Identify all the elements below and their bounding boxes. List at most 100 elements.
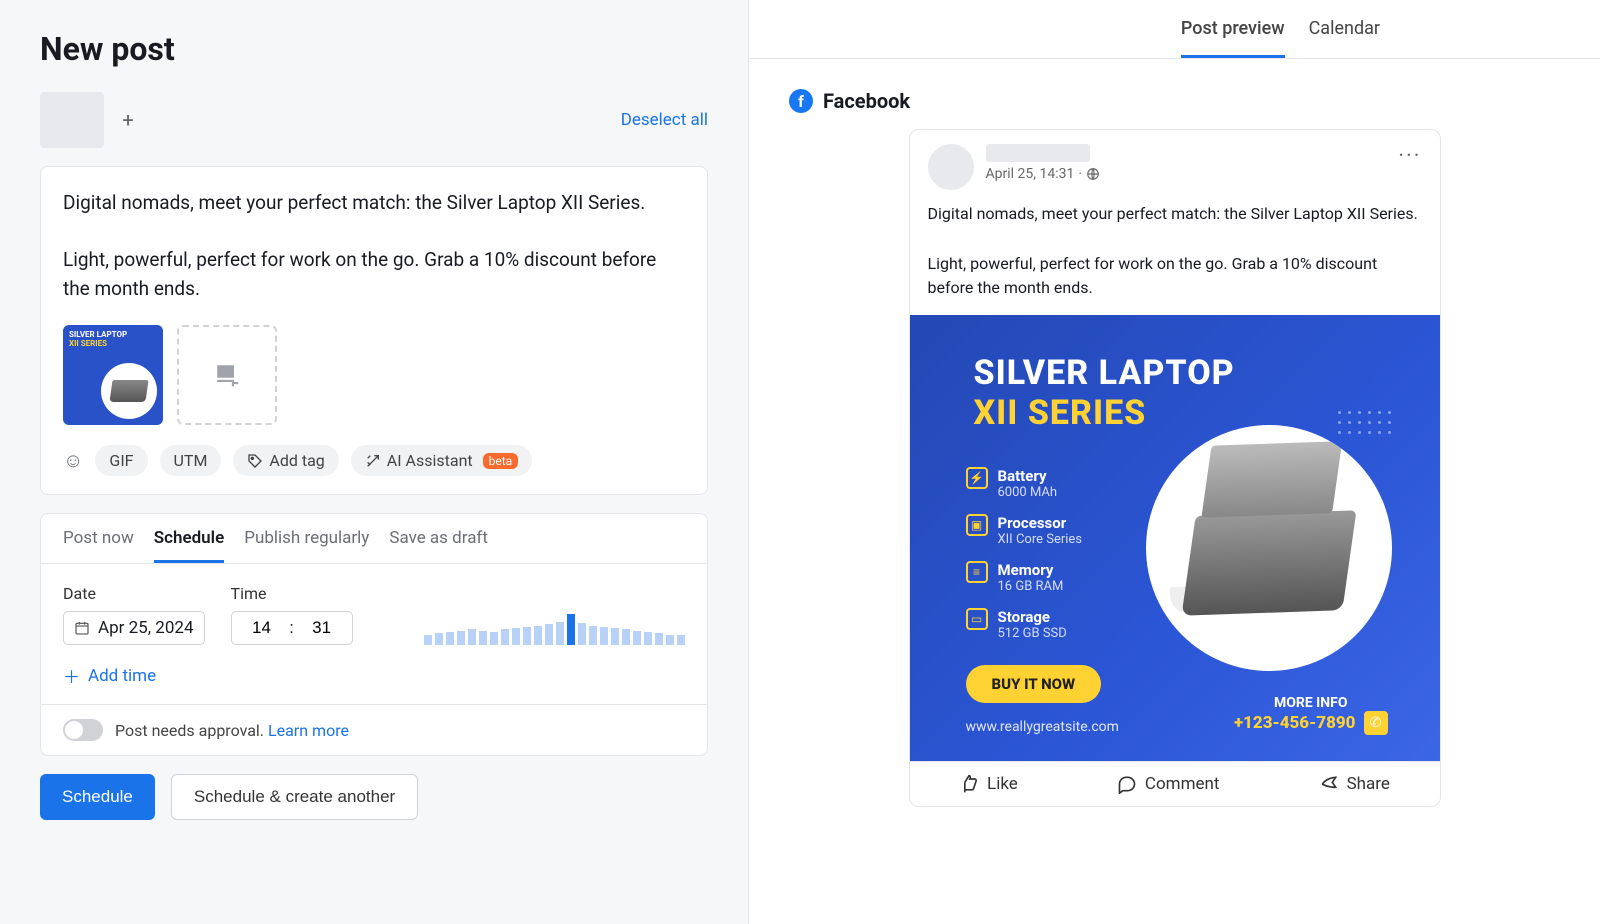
activity-bar	[677, 635, 685, 645]
add-tag-button[interactable]: Add tag	[233, 445, 338, 476]
comment-button[interactable]: Comment	[1117, 774, 1220, 794]
activity-bar	[633, 631, 641, 645]
ad-title: SILVER LAPTOP XII SERIES	[974, 353, 1235, 433]
add-time-button[interactable]: ＋ Add time	[63, 663, 156, 688]
activity-bar	[424, 635, 432, 645]
comment-icon	[1117, 774, 1137, 794]
magic-icon	[365, 453, 381, 469]
minute-input[interactable]	[302, 618, 342, 638]
composer-toolbar: ☺ GIF UTM Add tag AI Assistant beta	[63, 445, 685, 476]
activity-bar	[545, 624, 553, 645]
media-thumbnail[interactable]: SILVER LAPTOP XII SERIES	[63, 325, 163, 425]
spec-row: ≡ Memory16 GB RAM	[966, 561, 1083, 594]
hour-input[interactable]	[242, 618, 282, 638]
emoji-icon[interactable]: ☺	[63, 448, 83, 473]
account-avatar[interactable]	[40, 92, 104, 148]
add-media-button[interactable]	[177, 325, 277, 425]
post-timestamp: April 25, 14:31 ·	[986, 166, 1387, 182]
preview-tab-post-preview[interactable]: Post preview	[1181, 18, 1285, 58]
schedule-tab-schedule[interactable]: Schedule	[154, 528, 225, 563]
account-list: +	[40, 92, 140, 148]
globe-icon	[1086, 167, 1100, 181]
activity-bar	[611, 628, 619, 645]
more-info: MORE INFO +123-456-7890 ✆	[1234, 695, 1388, 735]
activity-bar	[435, 633, 443, 645]
like-button[interactable]: Like	[959, 774, 1018, 794]
spec-value: XII Core Series	[998, 532, 1083, 547]
thumb-title: SILVER LAPTOP XII SERIES	[69, 331, 127, 349]
activity-bar	[567, 614, 575, 645]
site-url: www.reallygreatsite.com	[966, 719, 1119, 735]
gif-button[interactable]: GIF	[95, 445, 147, 476]
schedule-tab-post-now[interactable]: Post now	[63, 528, 134, 563]
time-input[interactable]: :	[231, 611, 353, 645]
preview-tabs: Post preview Calendar	[749, 0, 1600, 59]
activity-bar	[512, 628, 520, 645]
media-row: SILVER LAPTOP XII SERIES	[63, 325, 685, 425]
post-text: Digital nomads, meet your perfect match:…	[910, 198, 1440, 315]
schedule-button[interactable]: Schedule	[40, 774, 155, 820]
activity-bar	[523, 627, 531, 645]
activity-bar	[556, 622, 564, 645]
thumbs-up-icon	[959, 774, 979, 794]
spec-row: ▭Storage512 GB SSD	[966, 608, 1083, 641]
share-button[interactable]: Share	[1319, 774, 1390, 794]
laptop-graphic	[1181, 510, 1356, 616]
image-add-icon	[213, 361, 241, 389]
beta-badge: beta	[483, 453, 519, 469]
spec-row: ▣ ProcessorXII Core Series	[966, 514, 1083, 547]
schedule-tab-save-as-draft[interactable]: Save as draft	[389, 528, 488, 563]
post-menu-button[interactable]: ···	[1398, 144, 1421, 190]
schedule-tabs: Post now Schedule Publish regularly Save as…	[41, 514, 707, 564]
spec-label: Battery	[998, 467, 1058, 485]
spec-list: ⚡Battery6000 MAh▣ProcessorXII Core Serie…	[966, 467, 1083, 655]
activity-bar	[589, 626, 597, 646]
approval-text: Post needs approval. Learn more	[115, 721, 349, 740]
activity-bar	[666, 635, 674, 645]
learn-more-link[interactable]: Learn more	[268, 721, 349, 740]
spec-label: Memory	[998, 561, 1064, 579]
composer-card: Digital nomads, meet your perfect match:…	[40, 166, 708, 495]
page-title: New post	[40, 30, 708, 68]
schedule-card: Post now Schedule Publish regularly Save as…	[40, 513, 708, 756]
date-label: Date	[63, 584, 205, 603]
activity-bar	[457, 631, 465, 645]
post-header: April 25, 14:31 · ···	[910, 130, 1440, 198]
activity-bar	[600, 627, 608, 645]
buy-button: BUY IT NOW	[966, 665, 1102, 703]
preview-tab-calendar[interactable]: Calendar	[1309, 18, 1380, 58]
deselect-all-link[interactable]: Deselect all	[621, 110, 708, 130]
tag-icon	[247, 453, 263, 469]
schedule-another-button[interactable]: Schedule & create another	[171, 774, 418, 820]
post-image: SILVER LAPTOP XII SERIES ⚡Battery6000 MA…	[910, 315, 1440, 761]
spec-icon: ▣	[966, 514, 988, 536]
utm-button[interactable]: UTM	[160, 445, 222, 476]
activity-bar	[534, 626, 542, 646]
post-actions: Like Comment Share	[910, 761, 1440, 806]
dots-decoration	[1338, 411, 1392, 435]
approval-row: Post needs approval. Learn more	[41, 704, 707, 755]
approval-toggle[interactable]	[63, 719, 103, 741]
ai-assistant-button[interactable]: AI Assistant beta	[351, 445, 532, 476]
platform-name: Facebook	[823, 89, 910, 113]
time-label: Time	[231, 584, 353, 603]
spec-label: Processor	[998, 514, 1083, 532]
activity-bar	[578, 623, 586, 645]
date-input[interactable]: Apr 25, 2024	[63, 611, 205, 645]
datetime-row: Date Apr 25, 2024 Time :	[63, 584, 685, 645]
spec-icon: ≡	[966, 561, 988, 583]
platform-header: f Facebook	[789, 89, 1560, 113]
phone-icon: ✆	[1364, 711, 1388, 735]
add-account-button[interactable]: +	[116, 108, 140, 132]
spec-value: 16 GB RAM	[998, 579, 1064, 594]
share-icon	[1319, 774, 1339, 794]
schedule-tab-publish-regularly[interactable]: Publish regularly	[244, 528, 369, 563]
activity-bar	[490, 632, 498, 645]
account-row: + Deselect all	[40, 92, 708, 148]
composer-text[interactable]: Digital nomads, meet your perfect match:…	[63, 189, 685, 303]
activity-bar	[655, 633, 663, 645]
activity-bar	[446, 632, 454, 645]
phone-number: +123-456-7890	[1234, 713, 1356, 733]
activity-bar	[622, 629, 630, 645]
post-avatar	[928, 144, 974, 190]
